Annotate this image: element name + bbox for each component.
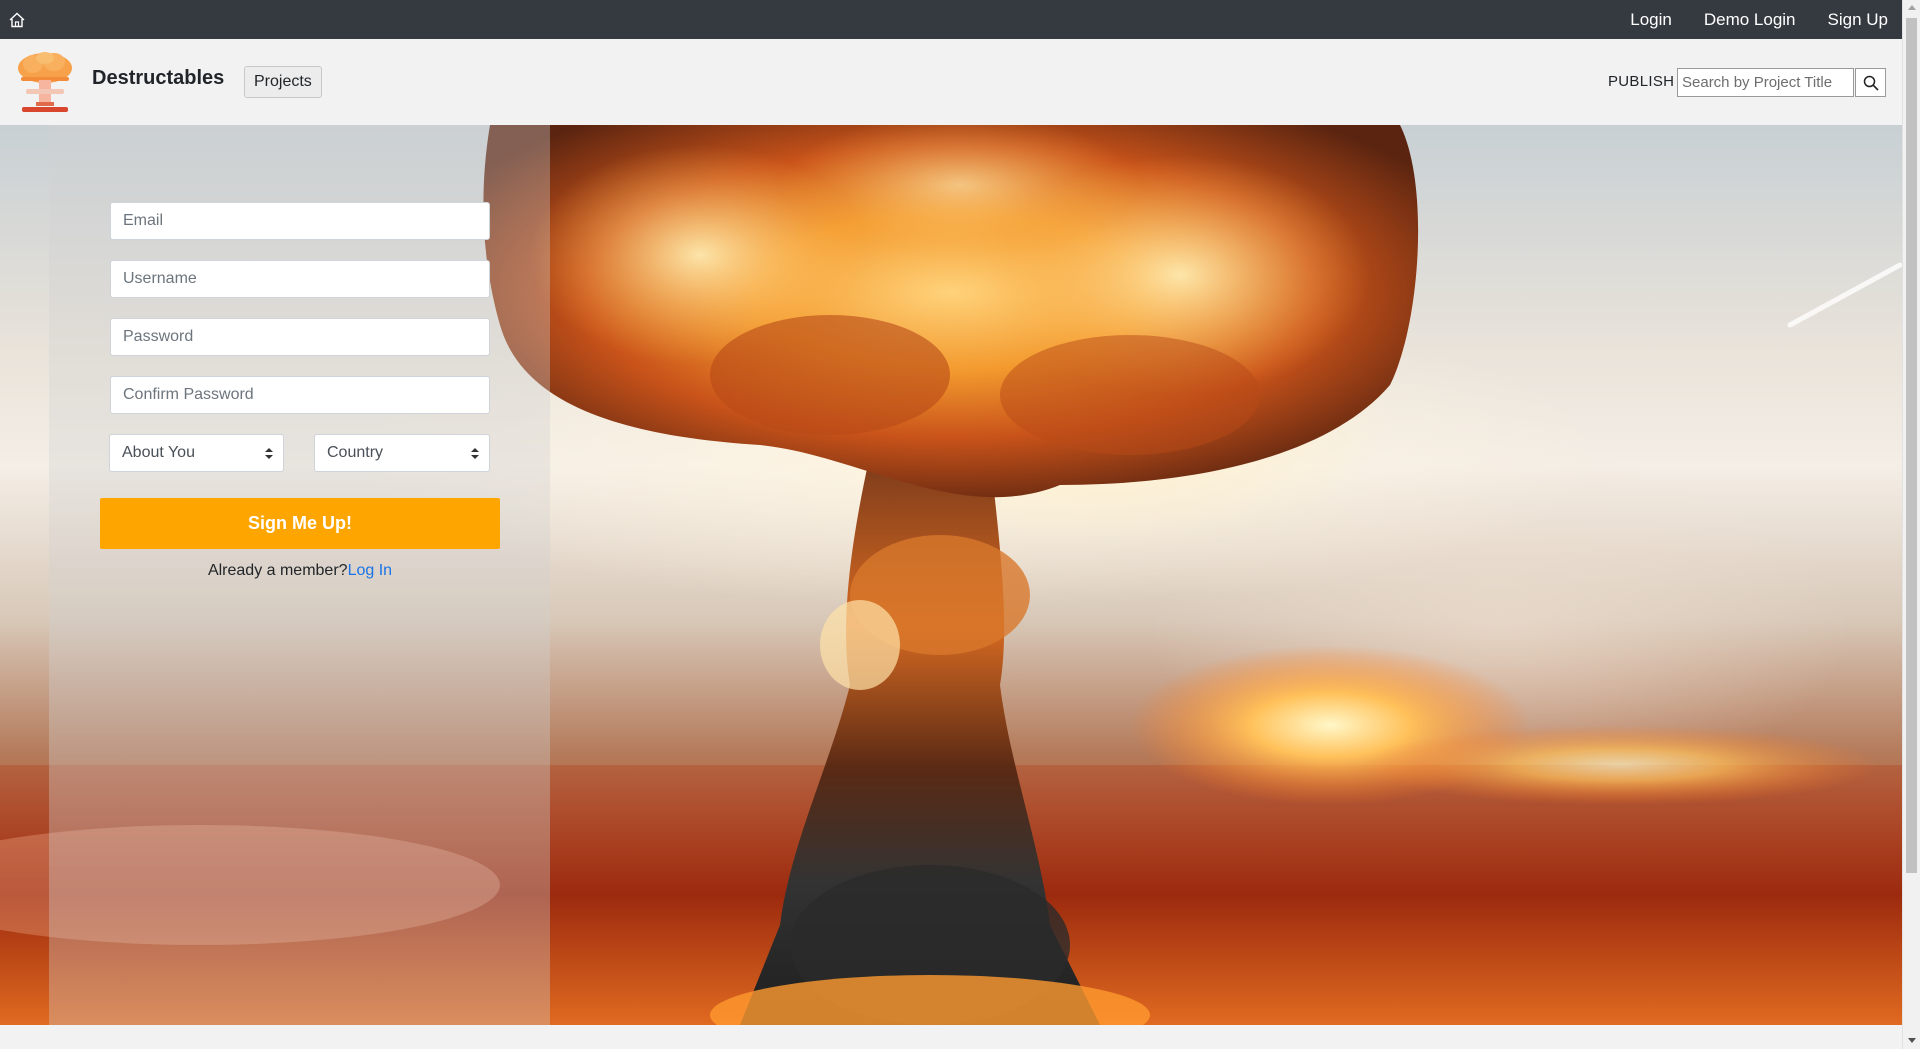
scrollbar-thumb[interactable]	[1906, 18, 1917, 873]
login-link[interactable]: Login	[1630, 10, 1672, 30]
auth-links: Login Demo Login Sign Up	[1598, 0, 1888, 39]
sign-me-up-button[interactable]: Sign Me Up!	[100, 498, 500, 549]
demo-login-link[interactable]: Demo Login	[1704, 10, 1796, 30]
hero-background: About You Country Sign Me Up! Already a …	[0, 125, 1902, 1025]
scroll-up-arrow-icon[interactable]	[1908, 5, 1916, 10]
select-caret-icon	[471, 448, 479, 459]
project-search-input[interactable]	[1677, 68, 1854, 97]
brand-name[interactable]: Destructables	[92, 67, 224, 90]
mushroom-cloud-logo[interactable]	[16, 50, 74, 112]
country-select-value: Country	[327, 444, 384, 461]
password-field[interactable]	[110, 318, 490, 356]
about-you-select-value: About You	[122, 444, 195, 461]
member-prompt: Already a member?	[207, 562, 348, 579]
projects-button[interactable]: Projects	[244, 66, 322, 98]
page-footer-strip	[0, 1025, 1902, 1049]
confirm-password-field[interactable]	[110, 376, 490, 414]
site-header: Destructables Projects PUBLISH	[0, 39, 1902, 125]
username-field[interactable]	[110, 260, 490, 298]
about-you-select[interactable]: About You	[109, 434, 284, 472]
vertical-scrollbar[interactable]	[1902, 0, 1920, 1049]
log-in-link[interactable]: Log In	[348, 562, 392, 579]
sign-up-link[interactable]: Sign Up	[1828, 10, 1888, 30]
top-navbar: Login Demo Login Sign Up	[0, 0, 1902, 39]
country-select[interactable]: Country	[314, 434, 490, 472]
already-member-line: Already a member?Log In	[100, 562, 500, 580]
select-caret-icon	[265, 448, 273, 459]
publish-link[interactable]: PUBLISH	[1608, 73, 1674, 90]
email-field[interactable]	[110, 202, 490, 240]
home-icon[interactable]	[8, 11, 26, 29]
search-icon	[1863, 75, 1879, 91]
scroll-down-arrow-icon[interactable]	[1908, 1038, 1916, 1043]
search-button[interactable]	[1855, 68, 1886, 97]
